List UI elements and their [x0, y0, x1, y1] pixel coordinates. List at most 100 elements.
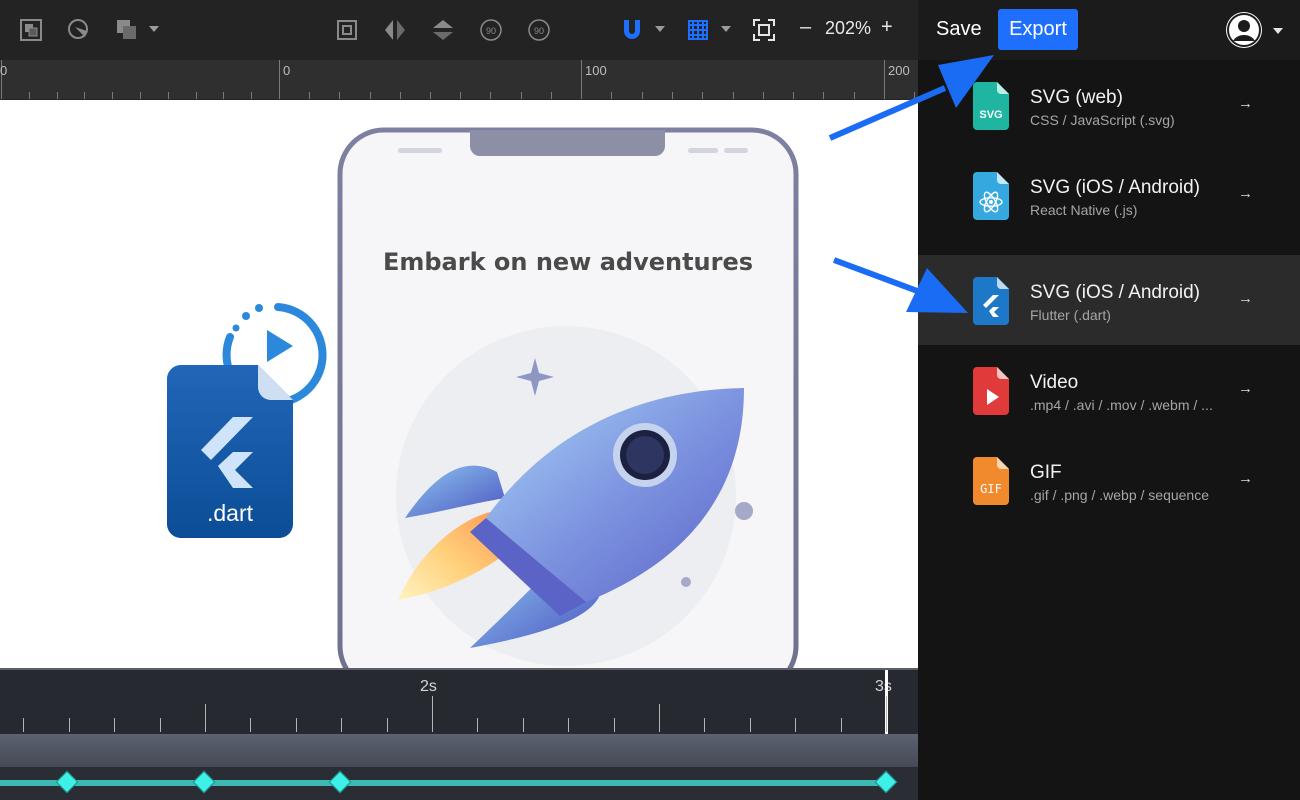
ruler-minor-tick [853, 92, 855, 99]
timeline-tick [432, 696, 433, 732]
ruler-label: 0 [0, 63, 8, 78]
export-option-subtitle: React Native (.js) [1030, 202, 1138, 218]
export-option-subtitle: .gif / .png / .webp / sequence [1030, 487, 1210, 503]
ruler-minor-tick [56, 92, 58, 99]
chevron-down-icon[interactable] [1273, 28, 1283, 34]
timeline-tick [704, 718, 706, 732]
timeline-track[interactable] [0, 734, 918, 767]
chevron-down-icon[interactable] [149, 26, 159, 32]
zoom-in-button[interactable]: + [881, 16, 893, 39]
ruler-label: 100 [585, 63, 607, 78]
timeline-time-label: 2s [420, 678, 437, 695]
chevron-down-icon[interactable] [655, 26, 665, 32]
ruler-minor-tick [793, 92, 795, 99]
ruler-minor-tick [460, 92, 462, 99]
zoom-level[interactable]: 202% [825, 18, 871, 39]
ruler-label: 200 [888, 63, 910, 78]
react-file-icon [973, 172, 1009, 220]
ruler-minor-tick [611, 92, 613, 99]
flutter-file-icon [973, 277, 1009, 325]
timeline-tick [250, 718, 252, 732]
export-option-title: GIF [1030, 462, 1062, 483]
timeline-tick [205, 704, 206, 732]
video-file-icon [973, 367, 1009, 415]
rotate-left-label: 90 [486, 26, 496, 36]
export-option-gif[interactable]: GIF GIF .gif / .png / .webp / sequence → [918, 435, 1300, 525]
timeline-tick [295, 718, 297, 732]
header-actions: Save Export [918, 0, 1300, 60]
ruler-minor-tick [823, 92, 825, 99]
timeline-tick [522, 718, 524, 732]
timeline-tick [386, 718, 388, 732]
ruler-minor-tick [369, 92, 371, 99]
svg-text:SVG: SVG [979, 109, 1002, 121]
rotate-right-label: 90 [534, 26, 544, 36]
arrow-right-icon: → [1238, 185, 1253, 202]
grid-icon[interactable] [684, 15, 712, 45]
export-option-title: SVG (iOS / Android) [1030, 282, 1201, 303]
save-button[interactable]: Save [936, 18, 982, 41]
ruler-minor-tick [84, 92, 86, 99]
ruler-minor-tick [914, 92, 915, 99]
ruler-minor-tick [702, 92, 704, 99]
ruler-minor-tick [339, 92, 341, 99]
editor-toolbar: 90 90 – 202% + [0, 0, 918, 60]
export-option-subtitle: .mp4 / .avi / .mov / .webm / ... [1030, 397, 1213, 413]
timeline-tick [659, 704, 660, 732]
timeline-tick [795, 718, 797, 732]
ruler-minor-tick [309, 92, 311, 99]
ruler-minor-tick [490, 92, 492, 99]
dart-file-badge[interactable]: .dart [163, 292, 333, 542]
timeline-tick [23, 718, 25, 732]
export-option-react-native[interactable]: SVG (iOS / Android) React Native (.js) → [918, 150, 1300, 240]
ruler-minor-tick [195, 92, 197, 99]
rotate-left-90-icon[interactable]: 90 [476, 15, 506, 45]
timeline-tick [114, 718, 116, 732]
ruler-minor-tick [641, 92, 643, 99]
export-option-title: SVG (iOS / Android) [1030, 177, 1201, 198]
export-button[interactable]: Export [998, 9, 1078, 50]
align-frame-icon[interactable] [332, 15, 362, 45]
export-option-subtitle: Flutter (.dart) [1030, 307, 1111, 323]
timeline-tick [68, 718, 70, 732]
arrow-right-icon: → [1238, 290, 1253, 307]
flip-vertical-icon[interactable] [428, 15, 458, 45]
timeline-tick [568, 718, 570, 732]
svg-text:GIF: GIF [980, 482, 1002, 496]
ruler-major-tick [581, 60, 582, 99]
arrow-right-icon: → [1238, 380, 1253, 397]
horizontal-ruler: 0 0 100 200 [0, 60, 918, 100]
timeline-tick [886, 696, 887, 732]
rotate-right-90-icon[interactable]: 90 [524, 15, 554, 45]
ruler-minor-tick [167, 92, 169, 99]
ruler-major-tick [884, 60, 885, 99]
export-option-title: Video [1030, 372, 1079, 393]
avatar[interactable] [1226, 12, 1262, 48]
export-option-video[interactable]: Video .mp4 / .avi / .mov / .webm / ... → [918, 345, 1300, 435]
ruler-minor-tick [430, 92, 431, 99]
app-window: 90 90 – 202% + 0 0 100 200 Embark on new… [0, 0, 1300, 800]
timeline-tick [613, 718, 615, 732]
export-option-subtitle: CSS / JavaScript (.svg) [1030, 112, 1175, 128]
chevron-down-icon[interactable] [721, 26, 731, 32]
mask-icon[interactable] [64, 15, 94, 45]
boolean-icon[interactable] [112, 15, 142, 45]
ruler-major-tick [279, 60, 280, 99]
timeline-tick [159, 718, 161, 732]
export-option-flutter[interactable]: SVG (iOS / Android) Flutter (.dart) → [918, 255, 1300, 345]
ruler-minor-tick [762, 92, 764, 99]
ruler-minor-tick [399, 92, 401, 99]
fit-screen-icon[interactable] [750, 15, 778, 45]
export-option-title: SVG (web) [1030, 87, 1123, 108]
ruler-minor-tick [550, 92, 552, 99]
snap-magnet-icon[interactable] [618, 15, 646, 45]
zoom-out-button[interactable]: – [800, 16, 811, 39]
ruler-minor-tick [520, 92, 522, 99]
export-option-svg-web[interactable]: SVG SVG (web) CSS / JavaScript (.svg) → [918, 60, 1300, 150]
phone-headline: Embark on new adventures [382, 248, 754, 276]
timeline-panel[interactable]: 2s 3s [0, 668, 918, 800]
group-icon[interactable] [16, 15, 46, 45]
design-canvas[interactable]: Embark on new adventures .dart [0, 100, 918, 668]
flip-horizontal-icon[interactable] [380, 15, 410, 45]
timeline-tick [749, 718, 751, 732]
